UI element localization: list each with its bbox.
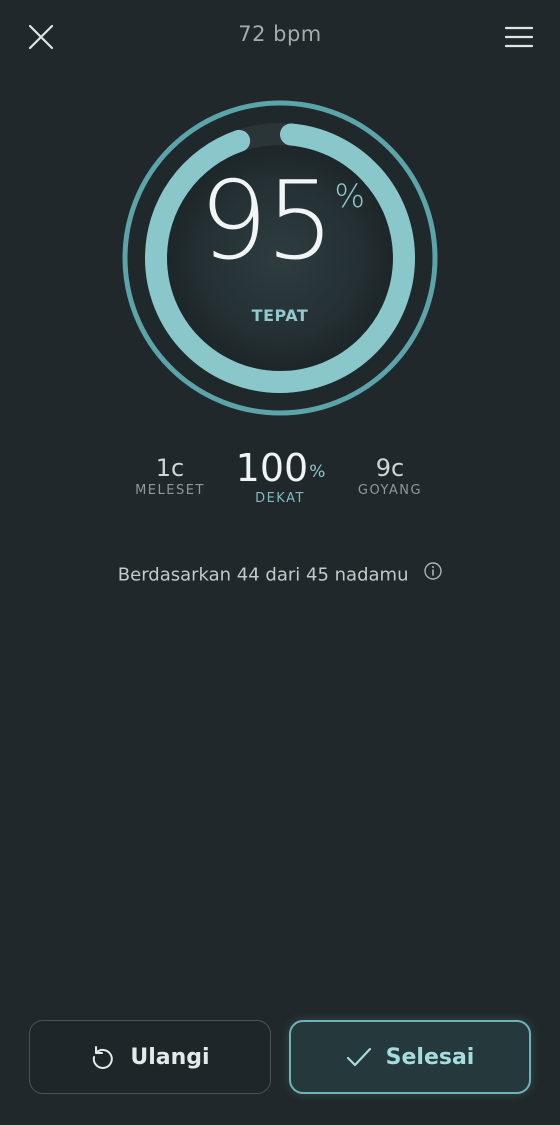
done-label: Selesai [385,1044,475,1070]
stat-near-value-wrap: 100% [220,448,340,488]
accuracy-unit: % [334,177,365,215]
retry-label: Ulangi [130,1044,210,1070]
stat-miss-value: 1c [155,454,185,482]
stat-miss-label: MELESET [135,483,205,498]
stats-row: 1c MELESET 100% DEKAT 9c GOYANG [0,448,560,522]
accuracy-ring: 95% TEPAT [120,98,440,418]
stat-wobble-value: 9c [375,454,405,482]
accuracy-score: 95% [120,168,440,276]
check-icon [346,1046,372,1068]
page-title: 72 bpm [238,22,322,46]
done-button[interactable]: Selesai [289,1020,531,1094]
retry-button[interactable]: Ulangi [29,1020,271,1094]
info-icon [424,562,442,580]
hamburger-menu-icon [505,26,533,48]
accuracy-label: TEPAT [251,306,309,325]
stat-miss: 1c MELESET [120,452,220,498]
basis-note: Berdasarkan 44 dari 45 nadamu [0,562,560,587]
top-bar: 72 bpm [0,0,560,72]
stat-near-value: 100 [235,446,309,490]
basis-text: Berdasarkan 44 dari 45 nadamu [117,564,409,586]
info-button[interactable] [424,562,442,585]
stat-near-label: DEKAT [255,491,305,506]
stat-near: 100% DEKAT [220,448,340,506]
menu-button[interactable] [498,16,540,58]
stat-wobble: 9c GOYANG [340,452,440,498]
stat-wobble-label: GOYANG [357,483,423,498]
stat-near-unit: % [309,462,326,482]
accuracy-value: 95 [199,159,334,284]
undo-icon [90,1044,116,1070]
